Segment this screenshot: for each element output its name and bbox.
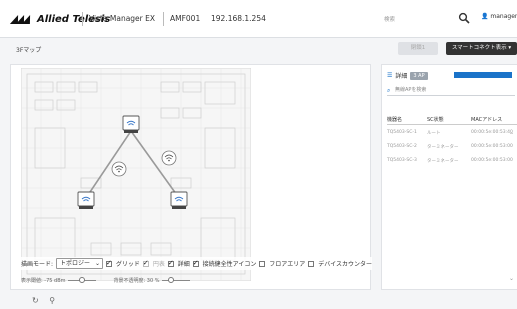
details-checkbox[interactable] [167,259,174,267]
opacity-slider-knob[interactable] [167,276,174,283]
draw-mode-value: トポロジー [60,260,91,267]
device-counter-checkbox[interactable] [308,260,315,267]
cell-device-name: TQ5403-SC-3 [387,158,417,163]
details-title: 詳細 [395,73,408,80]
floor-plan-map[interactable] [21,68,251,281]
search-icon: ⌕ [387,87,391,94]
scroll-down-icon[interactable]: ⌄ [509,275,514,282]
cell-sc-status: ルート [427,131,441,136]
floor-area-label: フロアエリア [269,261,306,268]
refresh-icon[interactable]: ↻ [32,296,39,305]
details-header: ☰ 詳細 3 AP [387,71,428,80]
access-point-node-2[interactable] [77,191,95,209]
health-icon-checkbox[interactable] [192,259,199,267]
wireless-signal-icon [111,161,127,177]
page-title: 3Fマップ [16,47,42,54]
table-row[interactable]: TQ5403-SC-1 ルート 00:00:5e:00:53:40 [387,129,517,139]
floor-map-panel: 描画モード: トポロジー⌄ グリッド 円表 詳細 接続健全性アイコン フロアエリ… [10,64,372,290]
cell-device-name: TQ5403-SC-1 [387,130,417,135]
table-row[interactable]: TQ5403-SC-3 ターミネーター 00:00:5e:00:53:00 [387,157,517,167]
threshold-slider[interactable] [67,276,96,283]
user-name: manager [490,13,517,20]
logo-mark-icon [9,14,35,24]
cell-device-name: TQ5403-SC-2 [387,144,417,149]
col-mac-address[interactable]: MACアドレス [471,116,502,123]
sub-header: 3Fマップ 閉鎖1 スマートコネクト表示 ▾ [0,38,517,64]
user-menu[interactable]: 👤 manager [481,13,517,20]
health-icon-label: 接続健全性アイコン [202,261,257,268]
map-bottom-tools: ↻ ⚲ [32,296,55,305]
access-point-root-node[interactable] [122,115,140,133]
cell-mac-address: 00:00:5e:00:53:00 [471,158,513,163]
ap-table-header: 機器名 SC状態 MACアドレス [387,115,517,125]
draw-mode-select[interactable]: トポロジー ⌄ [56,258,103,269]
draw-mode-label: 描画モード: [21,261,54,268]
disabled-action-button[interactable]: 閉鎖1 [398,42,438,55]
smart-connect-display-button[interactable]: スマートコネクト表示 ▾ [446,42,517,55]
cell-sc-status: ターミネーター [427,159,459,164]
scroll-up-icon[interactable]: ⌃ [509,132,514,139]
opacity-slider[interactable] [161,276,190,283]
ap-search-input[interactable]: ⌕ 無線APを検索 [387,85,515,96]
ap-search-placeholder: 無線APを検索 [395,87,427,93]
header-divider [82,12,83,26]
table-row[interactable]: TQ5403-SC-2 ターミネーター 00:00:5e:00:53:00 [387,143,517,153]
col-sc-status[interactable]: SC状態 [427,116,444,123]
opacity-label: 背景不透明度: 30 % [113,277,160,284]
search-icon[interactable] [458,12,470,24]
circle-checkbox[interactable] [142,259,149,267]
chevron-down-icon: ⌄ [94,260,100,267]
ap-count-badge: 3 AP [410,71,428,80]
list-icon: ☰ [387,72,393,79]
header-divider [163,12,164,26]
top-bar: Allied Telesis Vista Manager EX AMF001 1… [0,0,517,38]
wireless-signal-icon [161,150,177,166]
access-point-node-3[interactable] [170,191,188,209]
threshold-label: 表示閾値: -75 dBm [21,277,66,284]
threshold-slider-knob[interactable] [78,276,85,283]
device-name: AMF001 [170,14,201,23]
user-icon: 👤 [481,13,489,20]
map-display-controls: 描画モード: トポロジー⌄ グリッド 円表 詳細 接続健全性アイコン フロアエリ… [11,257,372,270]
selection-indicator-bar [454,72,512,78]
product-name: Vista Manager EX [89,14,156,23]
circle-label: 円表 [152,261,165,268]
map-sliders: 表示閾値: -75 dBm 背景不透明度: 30 % [11,275,192,285]
pin-icon[interactable]: ⚲ [49,296,55,305]
device-ip: 192.168.1.254 [211,14,266,23]
details-panel: ☰ 詳細 3 AP ⌕ 無線APを検索 機器名 SC状態 MACアドレス TQ5… [381,64,517,290]
grid-label: グリッド [115,261,140,268]
cell-mac-address: 00:00:5e:00:53:40 [471,130,513,135]
floor-area-checkbox[interactable] [259,260,266,267]
grid-checkbox[interactable] [105,259,112,267]
details-label: 詳細 [177,261,190,268]
cell-sc-status: ターミネーター [427,145,459,150]
cell-mac-address: 00:00:5e:00:53:00 [471,144,513,149]
col-device-name[interactable]: 機器名 [387,116,402,123]
device-counter-label: デバイスカウンター [318,261,373,268]
